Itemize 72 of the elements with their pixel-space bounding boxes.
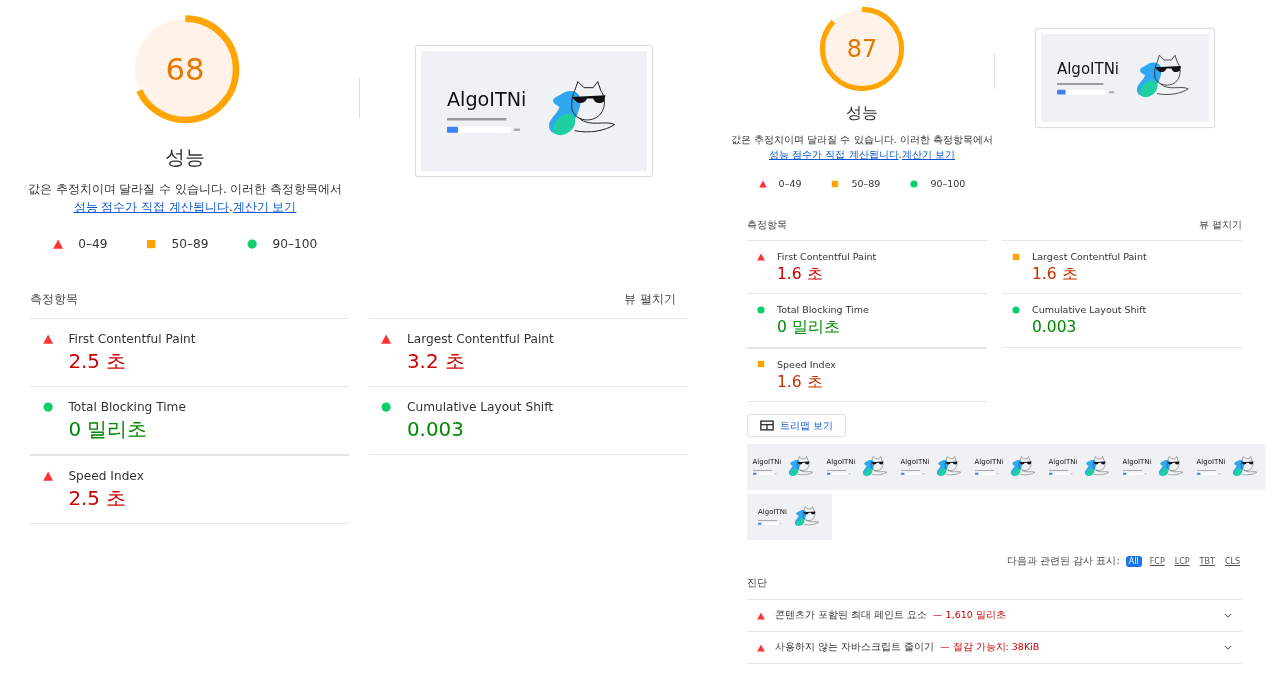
- search-form-drawing: [758, 520, 782, 525]
- score-note: 값은 추정치이며 달라질 수 있습니다. 이러한 측정항목에서 성능 점수가 직접 계산됩니다.계산기 보기: [730, 133, 994, 162]
- legend-label: 50–89: [851, 178, 881, 189]
- search-form-drawing: [974, 470, 999, 475]
- audit-detail: — 1,610 밀리초: [933, 609, 1006, 623]
- metric-name: Cumulative Layout Shift: [1032, 304, 1147, 316]
- filter-chip[interactable]: LCP: [1172, 555, 1192, 567]
- expand-view-toggle[interactable]: 뷰 펼치기: [624, 291, 676, 309]
- search-form-drawing: [826, 470, 851, 475]
- metric-value: 0 밀리초: [68, 417, 149, 443]
- filter-chip[interactable]: CLS: [1222, 555, 1242, 567]
- metric-value: 0 밀리초: [777, 318, 841, 338]
- metric-value: 3.2 초: [407, 349, 466, 375]
- legend-label: 90–100: [930, 178, 966, 189]
- audit-detail: — 절감 가능치: 38KiB: [940, 641, 1040, 655]
- metric-name: Largest Contentful Paint: [407, 332, 554, 347]
- metric-value: 2.5 초: [68, 349, 128, 375]
- cat-drawing: [861, 455, 890, 479]
- filter-chip[interactable]: All: [1125, 555, 1142, 567]
- cat-drawing: [793, 505, 821, 529]
- section-heading: 진단: [747, 576, 1242, 601]
- metric-name: Largest Contentful Paint: [1032, 251, 1147, 262]
- metric-value: 1.6 초: [1032, 265, 1079, 285]
- page-title: AlgoITNi: [1056, 60, 1120, 78]
- treemap-icon: [760, 420, 774, 432]
- section-heading: 측정항목: [30, 291, 78, 309]
- filter-label: 다음과 관련된 감사 표시:: [1006, 554, 1120, 569]
- metric-name: Total Blocking Time: [777, 304, 869, 316]
- search-form-drawing: [752, 470, 777, 475]
- metric-value: 0.003: [1032, 318, 1078, 338]
- legend-label: 90–100: [272, 237, 318, 252]
- metric-value: 0.003: [407, 417, 465, 443]
- score-value: 68: [164, 53, 206, 85]
- metric-name: Speed Index: [68, 468, 144, 483]
- audit-title[interactable]: 사용하지 않는 자바스크립트 줄이기: [775, 641, 935, 655]
- section-heading: 측정항목: [747, 219, 787, 232]
- metric-name: Speed Index: [777, 358, 836, 370]
- filter-chip[interactable]: FCP: [1147, 555, 1167, 567]
- search-form-drawing: [900, 470, 925, 475]
- metric-name: Cumulative Layout Shift: [407, 400, 554, 414]
- chevron-icon[interactable]: [1224, 613, 1232, 619]
- category-title: 성능: [846, 103, 878, 124]
- metric-value: 2.5 초: [68, 486, 128, 512]
- legend-label: 50–89: [171, 237, 209, 252]
- metric-name: Total Blocking Time: [68, 400, 186, 414]
- legend-label: 0–49: [78, 237, 108, 252]
- metric-value: 1.6 초: [777, 372, 824, 393]
- search-form-drawing: [1056, 83, 1115, 96]
- cat-drawing: [935, 455, 964, 479]
- metric-name: First Contentful Paint: [777, 251, 877, 262]
- cat-drawing: [787, 455, 816, 479]
- search-form-drawing: [1122, 470, 1147, 475]
- cat-drawing: [1157, 455, 1186, 479]
- score-note: 값은 추정치이며 달라질 수 있습니다. 이러한 측정항목에서 성능 점수가 직접 계산됩니다.계산기 보기: [27, 180, 343, 216]
- legend-label: 0–49: [778, 178, 802, 189]
- cat-drawing: [1083, 455, 1112, 479]
- cat-drawing: [1231, 455, 1260, 479]
- treemap-button[interactable]: 트리맵 보기: [747, 414, 847, 438]
- filter-chip[interactable]: TBT: [1197, 555, 1217, 567]
- score-value: 87: [845, 37, 879, 61]
- search-form-drawing: [1196, 470, 1221, 475]
- cat-drawing: [1009, 455, 1038, 479]
- search-form-drawing: [1048, 470, 1073, 475]
- metric-value: 1.6 초: [777, 265, 824, 285]
- page-title: AlgoITNi: [446, 89, 527, 111]
- category-title: 성능: [165, 143, 205, 171]
- score-link[interactable]: 성능 점수가 직접 계산됩니다: [769, 149, 899, 160]
- chevron-icon[interactable]: [1224, 645, 1232, 651]
- score-link[interactable]: 성능 점수가 직접 계산됩니다: [73, 199, 229, 214]
- expand-view-toggle[interactable]: 뷰 펼치기: [1198, 219, 1242, 232]
- audit-title[interactable]: 콘텐츠가 포함된 최대 페인트 요소: [775, 609, 928, 623]
- metric-name: First Contentful Paint: [68, 332, 196, 347]
